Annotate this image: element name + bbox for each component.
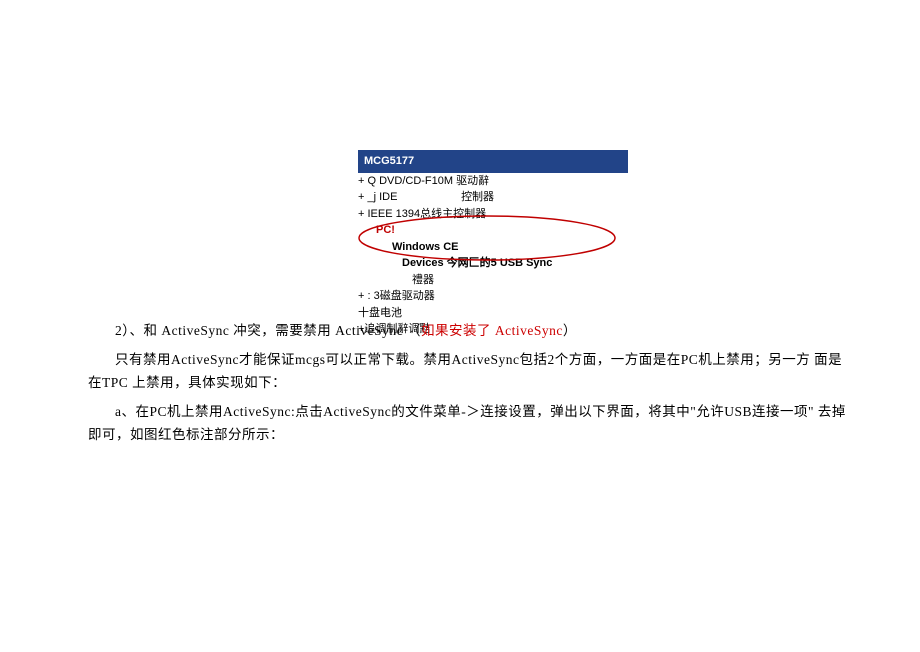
tree-item: + Q DVD/CD-F10M 驱动辭: [358, 173, 628, 190]
tree-item-label: + _j IDE: [358, 189, 458, 206]
device-tree-panel: MCG5177 + Q DVD/CD-F10M 驱动辭 + _j IDE 控制器…: [358, 150, 628, 338]
tree-item: + : 3磁盘驱动器: [358, 288, 628, 305]
tree-item-highlighted: Devices 今网匚的5 USB Sync: [358, 255, 628, 272]
tree-item: 禮器: [358, 272, 628, 289]
tree-item: 十盘电池: [358, 305, 628, 322]
tree-item-highlighted: PC!: [358, 222, 628, 239]
section-heading: 2）、和 ActiveSync 冲突，需要禁用 ActiveSync （如果安装…: [88, 320, 848, 343]
tree-item-highlighted: Windows CE: [358, 239, 628, 256]
paragraph: 只有禁用ActiveSync才能保证mcgs可以正常下载。禁用ActiveSyn…: [88, 349, 848, 395]
heading-suffix: ）: [563, 323, 577, 338]
document-body: 2）、和 ActiveSync 冲突，需要禁用 ActiveSync （如果安装…: [88, 320, 848, 453]
tree-item-suffix: 控制器: [461, 191, 494, 203]
paragraph: a、在PC机上禁用ActiveSync:点击ActiveSync的文件菜单-＞连…: [88, 401, 848, 447]
heading-prefix: 2）、和 ActiveSync 冲突，需要禁用 ActiveSync （: [115, 323, 421, 338]
heading-red: 如果安装了 ActiveSync: [421, 323, 563, 338]
device-tree-header: MCG5177: [358, 150, 628, 173]
tree-item: + IEEE 1394总线主控制器: [358, 206, 628, 223]
tree-item: + _j IDE 控制器: [358, 189, 628, 206]
